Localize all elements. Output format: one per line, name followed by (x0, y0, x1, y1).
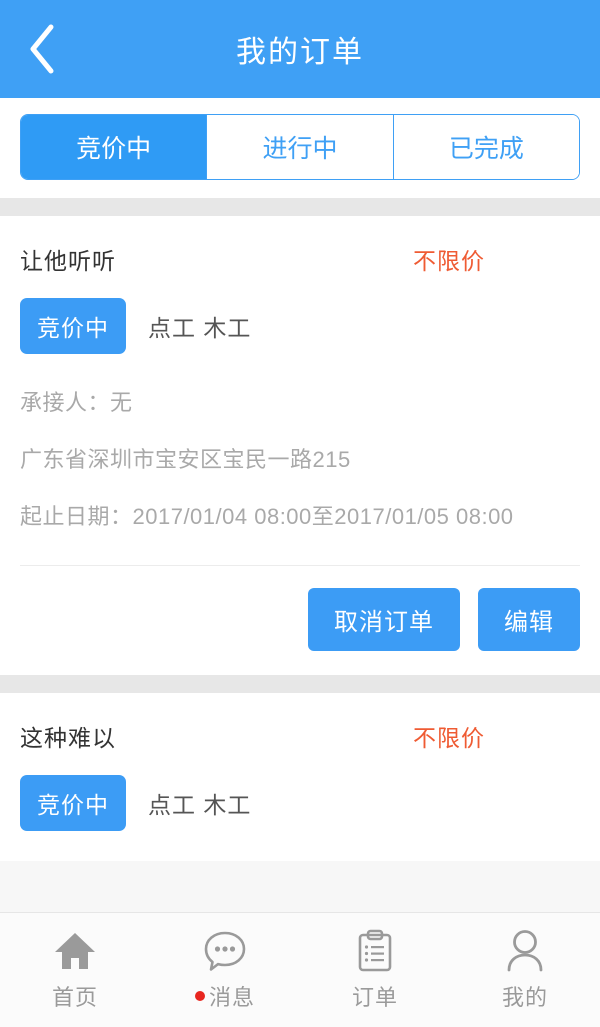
cancel-order-button[interactable]: 取消订单 (308, 588, 460, 651)
nav-label-messages: 消息 (194, 980, 255, 1012)
tab-completed[interactable]: 已完成 (393, 115, 579, 179)
status-badge: 竞价中 (20, 298, 126, 354)
nav-item-messages[interactable]: 消息 (150, 928, 300, 1012)
tab-bidding[interactable]: 竞价中 (21, 115, 208, 179)
order-title: 这种难以 (20, 725, 116, 751)
status-badge: 竞价中 (20, 775, 126, 831)
chat-bubble-icon (202, 928, 248, 974)
order-price: 不限价 (413, 725, 485, 751)
clipboard-icon (355, 928, 395, 974)
app-header: 我的订单 (0, 0, 600, 98)
order-address: 广东省深圳市宝安区宝民一路215 (20, 447, 351, 472)
order-actions: 取消订单 编辑 (20, 566, 580, 675)
chevron-left-icon (25, 23, 59, 75)
nav-label-orders: 订单 (352, 980, 398, 1012)
order-meta: 竞价中 点工 木工 (20, 775, 580, 831)
page-title: 我的订单 (236, 36, 364, 69)
nav-item-profile[interactable]: 我的 (450, 928, 600, 1012)
order-date-range: 起止日期：2017/01/04 08:00至2017/01/05 08:00 (20, 504, 514, 529)
back-button[interactable] (14, 21, 70, 77)
order-title: 让他听听 (20, 248, 116, 274)
nav-label-profile: 我的 (502, 980, 548, 1012)
nav-text-orders: 订单 (351, 985, 398, 1010)
home-icon (53, 928, 97, 974)
bottom-nav: 首页 消息 订单 我的 (0, 912, 600, 1027)
section-separator (0, 198, 600, 216)
person-icon (504, 928, 546, 974)
nav-item-home[interactable]: 首页 (0, 928, 150, 1012)
nav-text-home: 首页 (51, 985, 98, 1010)
order-details: 承接人：无 广东省深圳市宝安区宝民一路215 起止日期：2017/01/04 0… (20, 354, 580, 551)
order-card[interactable]: 这种难以 不限价 竞价中 点工 木工 (0, 693, 600, 861)
nav-text-profile: 我的 (501, 985, 548, 1010)
tabs-container: 竞价中 进行中 已完成 (0, 98, 600, 198)
unread-badge-dot (194, 991, 205, 1001)
nav-item-orders[interactable]: 订单 (300, 928, 450, 1012)
order-price: 不限价 (413, 248, 485, 274)
segmented-control: 竞价中 进行中 已完成 (20, 114, 580, 180)
edit-order-button[interactable]: 编辑 (478, 588, 580, 651)
tab-in-progress[interactable]: 进行中 (207, 115, 394, 179)
order-meta: 竞价中 点工 木工 (20, 298, 580, 354)
order-card-header: 这种难以 不限价 (20, 693, 580, 753)
app-screen: 我的订单 竞价中 进行中 已完成 让他听听 不限价 竞价中 点工 木工 承接人：… (0, 0, 600, 1027)
order-tags: 点工 木工 (148, 315, 252, 341)
nav-text-messages: 消息 (208, 985, 255, 1010)
nav-label-home: 首页 (52, 980, 98, 1012)
section-separator-2 (0, 675, 600, 693)
order-card[interactable]: 让他听听 不限价 竞价中 点工 木工 承接人：无 广东省深圳市宝安区宝民一路21… (0, 216, 600, 675)
order-tags: 点工 木工 (148, 792, 252, 818)
order-contractor: 承接人：无 (20, 390, 133, 415)
order-card-header: 让他听听 不限价 (20, 216, 580, 276)
